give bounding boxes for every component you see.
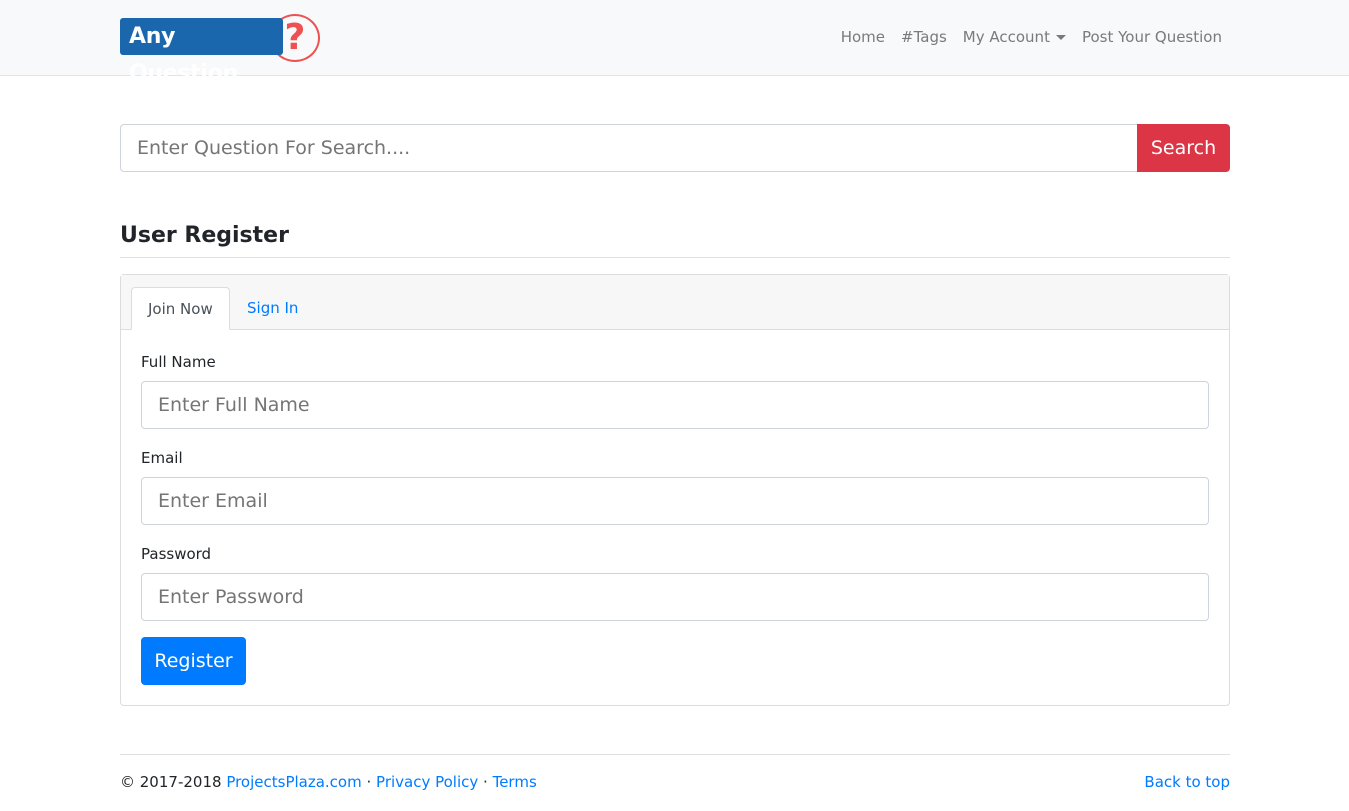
nav-my-account[interactable]: My Account bbox=[963, 28, 1066, 46]
page-title: User Register bbox=[120, 223, 289, 248]
privacy-link[interactable]: Privacy Policy bbox=[376, 773, 478, 791]
full-name-input[interactable] bbox=[141, 381, 1209, 429]
search-bar: Search bbox=[120, 124, 1230, 172]
separator: · bbox=[478, 773, 493, 791]
tab-join-now[interactable]: Join Now bbox=[131, 287, 230, 330]
brand-logo[interactable]: ? Any Question bbox=[120, 14, 325, 86]
search-input[interactable] bbox=[120, 124, 1137, 172]
back-to-top-link[interactable]: Back to top bbox=[1144, 773, 1230, 791]
terms-link[interactable]: Terms bbox=[493, 773, 537, 791]
search-button[interactable]: Search bbox=[1137, 124, 1230, 172]
caret-down-icon bbox=[1055, 35, 1066, 40]
password-input[interactable] bbox=[141, 573, 1209, 621]
site-link[interactable]: ProjectsPlaza.com bbox=[226, 773, 361, 791]
footer: © 2017-2018 ProjectsPlaza.com · Privacy … bbox=[120, 773, 1230, 791]
divider bbox=[120, 257, 1230, 258]
nav-tags[interactable]: #Tags bbox=[901, 28, 947, 46]
copyright: © 2017-2018 bbox=[120, 773, 222, 791]
tab-sign-in[interactable]: Sign In bbox=[231, 287, 314, 330]
separator: · bbox=[361, 773, 377, 791]
nav-menu: Home #Tags My Account Post Your Question bbox=[841, 28, 1222, 46]
email-label: Email bbox=[141, 449, 183, 467]
brand-name: Any Question bbox=[120, 18, 283, 86]
email-input[interactable] bbox=[141, 477, 1209, 525]
footer-divider bbox=[120, 754, 1230, 755]
register-card: Join Now Sign In Full Name Email Passwor… bbox=[120, 274, 1230, 706]
nav-my-account-label: My Account bbox=[962, 28, 1050, 46]
password-label: Password bbox=[141, 545, 212, 563]
navbar: ? Any Question Home #Tags My Account Pos… bbox=[0, 0, 1349, 86]
tab-bar: Join Now Sign In bbox=[121, 275, 1229, 330]
full-name-label: Full Name bbox=[141, 353, 216, 371]
register-button[interactable]: Register bbox=[141, 637, 246, 685]
nav-post-question[interactable]: Post Your Question bbox=[1082, 28, 1222, 46]
nav-home[interactable]: Home bbox=[841, 28, 885, 46]
